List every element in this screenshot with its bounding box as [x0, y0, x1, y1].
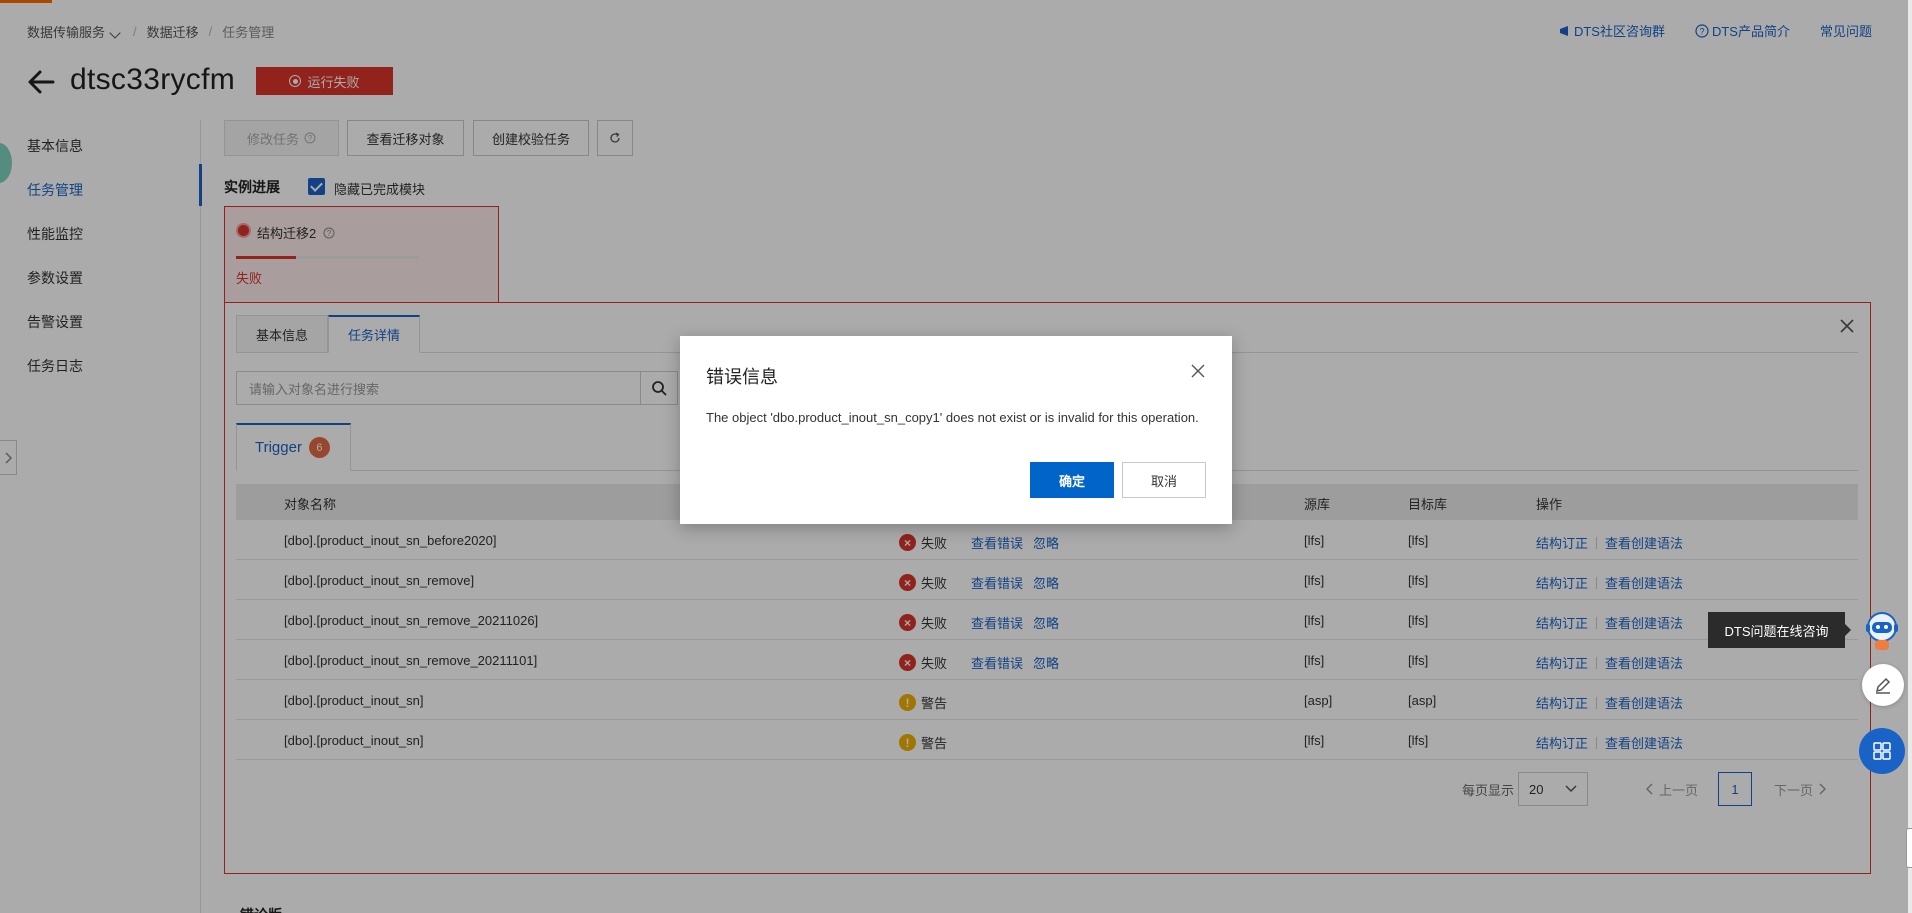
- scrollbar-thumb[interactable]: [1906, 828, 1912, 868]
- dialog-title: 错误信息: [706, 367, 778, 387]
- apps-menu-button[interactable]: [1859, 728, 1905, 774]
- close-icon[interactable]: [1190, 363, 1206, 379]
- right-edge-strip: [1908, 0, 1912, 913]
- assistant-robot-icon[interactable]: [1862, 610, 1902, 652]
- edit-pencil-icon: [1875, 677, 1891, 694]
- feedback-button[interactable]: [1862, 664, 1904, 706]
- grid-icon: [1873, 742, 1891, 760]
- confirm-button[interactable]: 确定: [1030, 462, 1114, 498]
- dialog-message: The object 'dbo.product_inout_sn_copy1' …: [706, 410, 1199, 425]
- cancel-button[interactable]: 取消: [1122, 462, 1206, 498]
- assistant-tooltip: DTS问题在线咨询: [1708, 612, 1851, 648]
- error-dialog: 错误信息 The object 'dbo.product_inout_sn_co…: [680, 336, 1232, 524]
